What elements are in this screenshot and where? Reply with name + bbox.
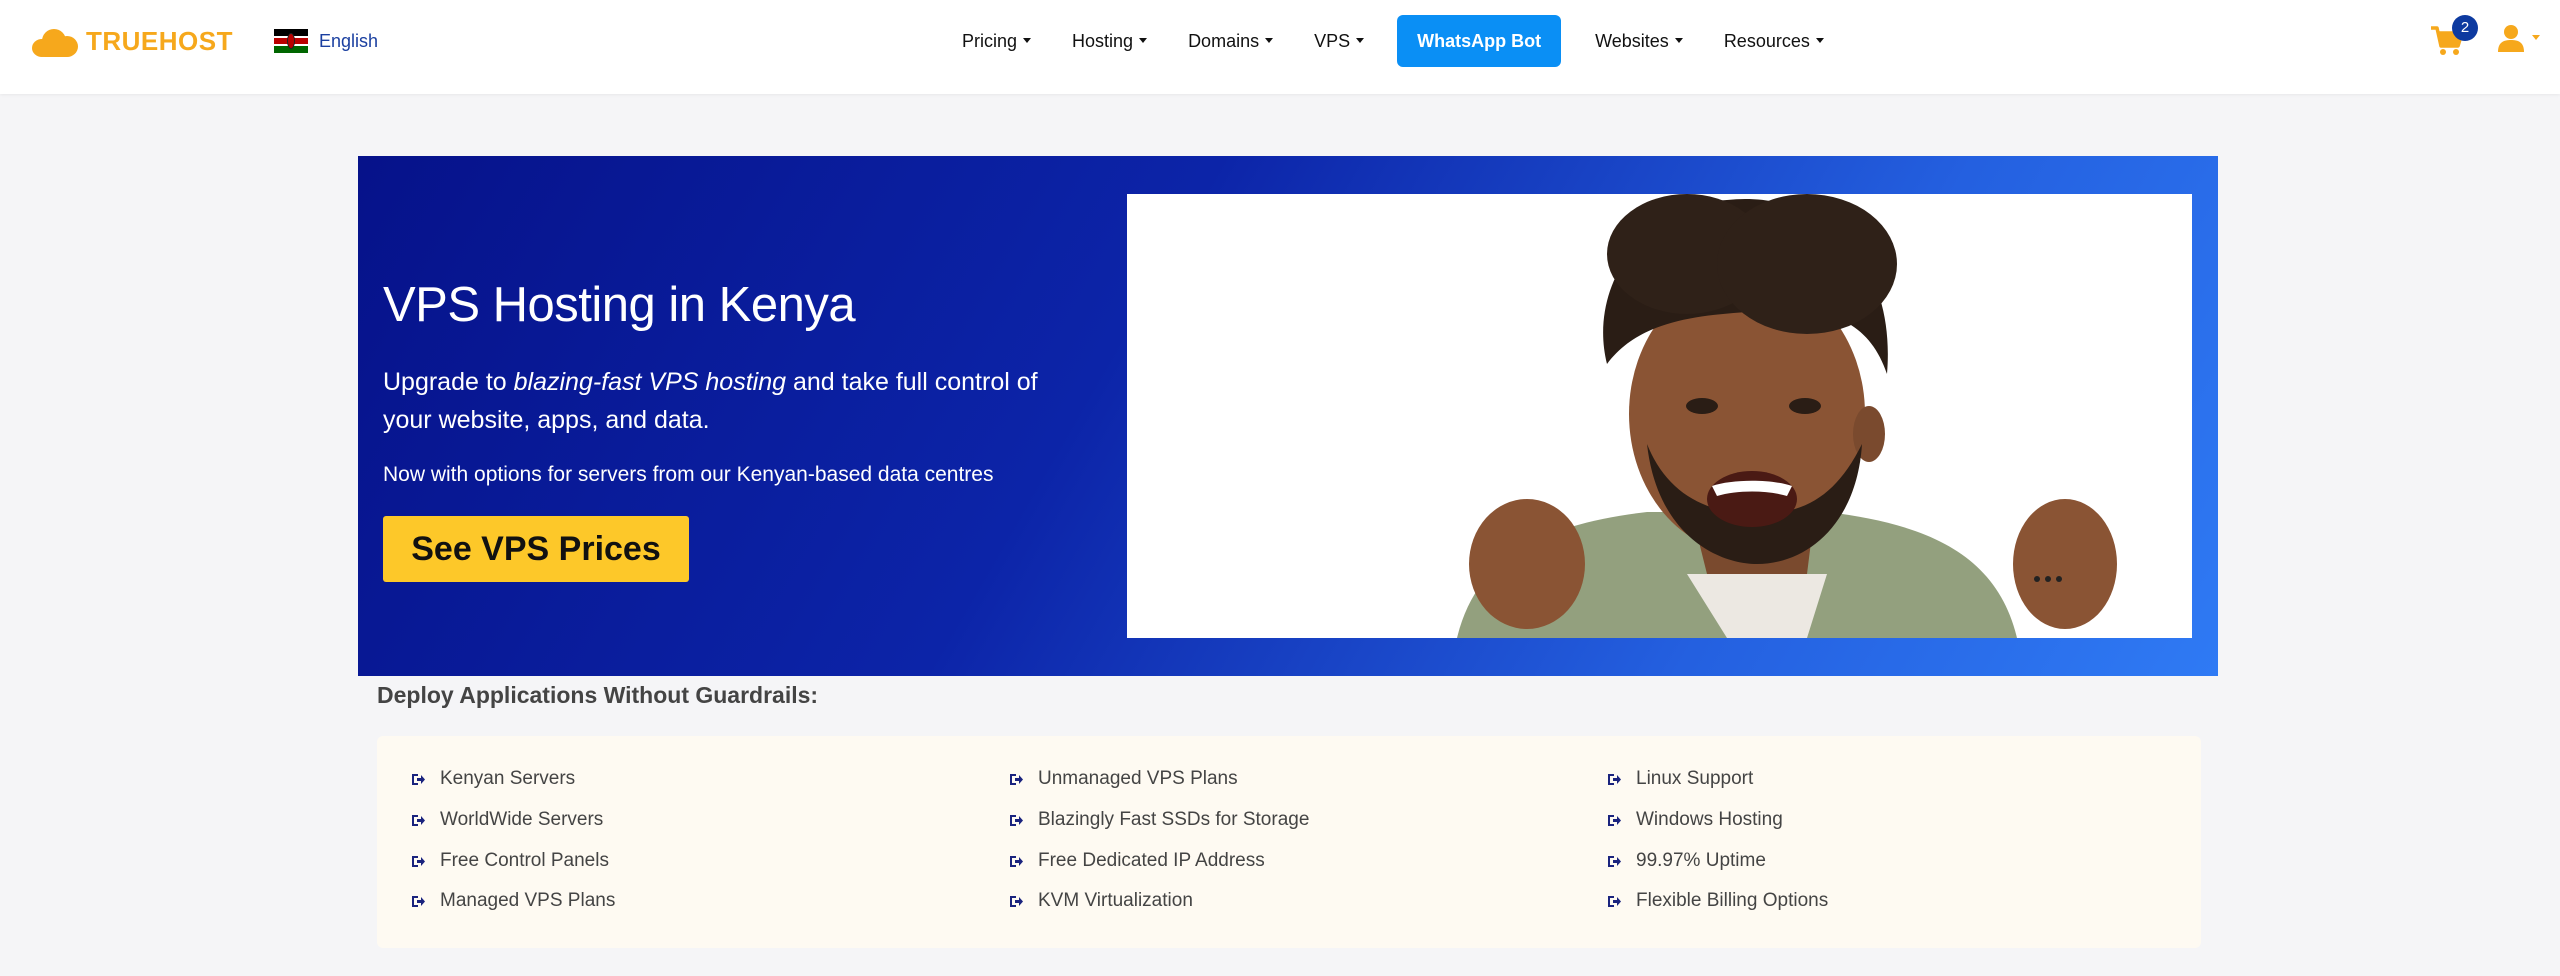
language-label: English [319, 30, 379, 51]
logo[interactable]: TRUEHOST [32, 26, 233, 57]
user-icon [2498, 25, 2524, 52]
more-icon [2034, 576, 2062, 582]
caret-down-icon [1265, 37, 1274, 43]
nav-domains-label: Domains [1188, 30, 1260, 51]
caret-down-icon [1023, 37, 1032, 43]
caret-down-icon [1815, 37, 1824, 43]
language-selector[interactable]: English [274, 29, 378, 53]
sign-in-icon [1010, 895, 1023, 907]
main-nav: Pricing Hosting Domains VPS WhatsApp Bot… [962, 15, 1865, 67]
feature-item: WorldWide Servers [411, 809, 603, 831]
sign-in-icon [1608, 773, 1621, 785]
hero-image [1127, 194, 2192, 638]
feature-item: Free Control Panels [411, 850, 609, 872]
feature-item: Linux Support [1607, 768, 1753, 790]
nav-resources-label: Resources [1723, 30, 1810, 51]
sign-in-icon [1010, 773, 1023, 785]
sign-in-icon [1608, 895, 1621, 907]
sign-in-icon [1608, 855, 1621, 867]
feature-item: 99.97% Uptime [1607, 850, 1766, 872]
user-menu[interactable] [2498, 24, 2540, 52]
site-header: TRUEHOST English Pricing Hosting Domains… [0, 0, 2560, 94]
cloud-icon [32, 27, 78, 57]
feature-item: Blazingly Fast SSDs for Storage [1009, 809, 1309, 831]
hero-banner: VPS Hosting in Kenya Upgrade to blazing-… [358, 156, 2218, 676]
features-panel: Kenyan Servers WorldWide Servers Free Co… [377, 736, 2201, 948]
nav-pricing-label: Pricing [962, 30, 1018, 51]
nav-websites-label: Websites [1595, 30, 1669, 51]
nav-vps[interactable]: VPS [1314, 30, 1365, 52]
sign-in-icon [1010, 814, 1023, 826]
nav-resources[interactable]: Resources [1724, 31, 1824, 52]
hero-subtitle: Upgrade to blazing-fast VPS hosting and … [383, 368, 1038, 434]
caret-down-icon [1356, 37, 1365, 43]
see-vps-prices-button[interactable]: See VPS Prices [383, 516, 689, 582]
cart-button[interactable]: 2 [2426, 15, 2478, 62]
nav-domains[interactable]: Domains [1188, 30, 1274, 52]
hero-title: VPS Hosting in Kenya [383, 278, 856, 332]
sign-in-icon [412, 814, 425, 826]
nav-vps-label: VPS [1314, 30, 1351, 51]
excited-man-illustration [1457, 194, 2117, 638]
features-heading: Deploy Applications Without Guardrails: [377, 682, 819, 708]
hero-note: Now with options for servers from our Ke… [383, 463, 994, 486]
nav-hosting[interactable]: Hosting [1072, 30, 1148, 52]
feature-item: KVM Virtualization [1009, 890, 1193, 912]
feature-item: Windows Hosting [1607, 809, 1783, 831]
sign-in-icon [412, 855, 425, 867]
feature-item: Managed VPS Plans [411, 890, 615, 912]
logo-text: TRUEHOST [86, 26, 233, 56]
sign-in-icon [412, 895, 425, 907]
kenya-flag-icon [274, 29, 308, 53]
feature-item: Free Dedicated IP Address [1009, 850, 1265, 872]
caret-down-icon [1139, 37, 1148, 43]
caret-down-icon [1674, 37, 1683, 43]
feature-item: Unmanaged VPS Plans [1009, 768, 1238, 790]
sign-in-icon [412, 773, 425, 785]
nav-websites[interactable]: Websites [1595, 31, 1683, 52]
feature-item: Flexible Billing Options [1607, 890, 1828, 912]
caret-down-icon [2532, 34, 2540, 40]
nav-hosting-label: Hosting [1072, 30, 1134, 51]
cart-count-badge: 2 [2452, 15, 2478, 41]
nav-pricing[interactable]: Pricing [962, 30, 1032, 52]
sign-in-icon [1010, 855, 1023, 867]
feature-item: Kenyan Servers [411, 768, 575, 790]
sign-in-icon [1608, 814, 1621, 826]
whatsapp-bot-button[interactable]: WhatsApp Bot [1397, 15, 1562, 67]
